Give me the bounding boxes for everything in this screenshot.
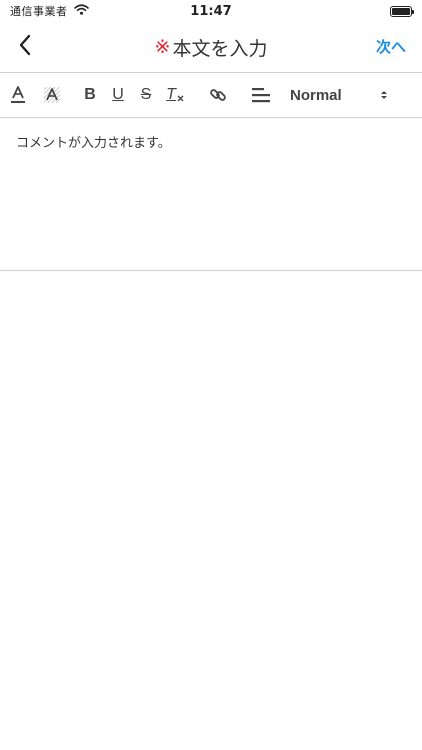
- strike-label: S: [140, 86, 152, 103]
- underline-label: U: [112, 86, 124, 103]
- clear-format-icon: T: [166, 86, 184, 104]
- clear-format-label: T: [166, 86, 176, 103]
- page-title: ※ 本文を入力: [155, 34, 268, 61]
- nav-bar: ※ 本文を入力 次へ: [0, 22, 422, 72]
- background-color-icon: [43, 86, 61, 104]
- text-color-button[interactable]: [8, 80, 28, 110]
- next-button[interactable]: 次へ: [376, 36, 406, 57]
- wifi-icon: [73, 4, 89, 18]
- editor-placeholder-text: コメントが入力されます。: [16, 136, 171, 151]
- background-color-button[interactable]: [42, 80, 62, 110]
- link-icon: [209, 86, 227, 104]
- align-left-icon: [251, 86, 271, 104]
- text-color-icon: [10, 86, 26, 104]
- format-select-value: Normal: [290, 86, 342, 104]
- bold-label: B: [84, 86, 96, 103]
- status-left: 通信事業者: [10, 3, 89, 19]
- clear-format-button[interactable]: T: [166, 80, 184, 110]
- battery-icon: [390, 5, 414, 17]
- underline-button[interactable]: U: [110, 80, 126, 110]
- format-select[interactable]: Normal: [290, 86, 388, 105]
- carrier-name: 通信事業者: [10, 5, 68, 18]
- link-button[interactable]: [208, 80, 228, 110]
- bold-button[interactable]: B: [82, 80, 98, 110]
- strike-button[interactable]: S: [138, 80, 154, 110]
- status-bar: 通信事業者 11:47: [0, 0, 422, 22]
- align-button[interactable]: [250, 80, 272, 110]
- updown-chevron-icon: [380, 86, 388, 105]
- back-button[interactable]: [10, 32, 40, 62]
- chevron-left-icon: [18, 34, 32, 60]
- page-title-text: 本文を入力: [172, 37, 268, 60]
- body-editor[interactable]: コメントが入力されます。: [0, 118, 422, 271]
- editor-toolbar: B U S T Normal: [0, 72, 422, 118]
- required-mark: ※: [154, 36, 171, 58]
